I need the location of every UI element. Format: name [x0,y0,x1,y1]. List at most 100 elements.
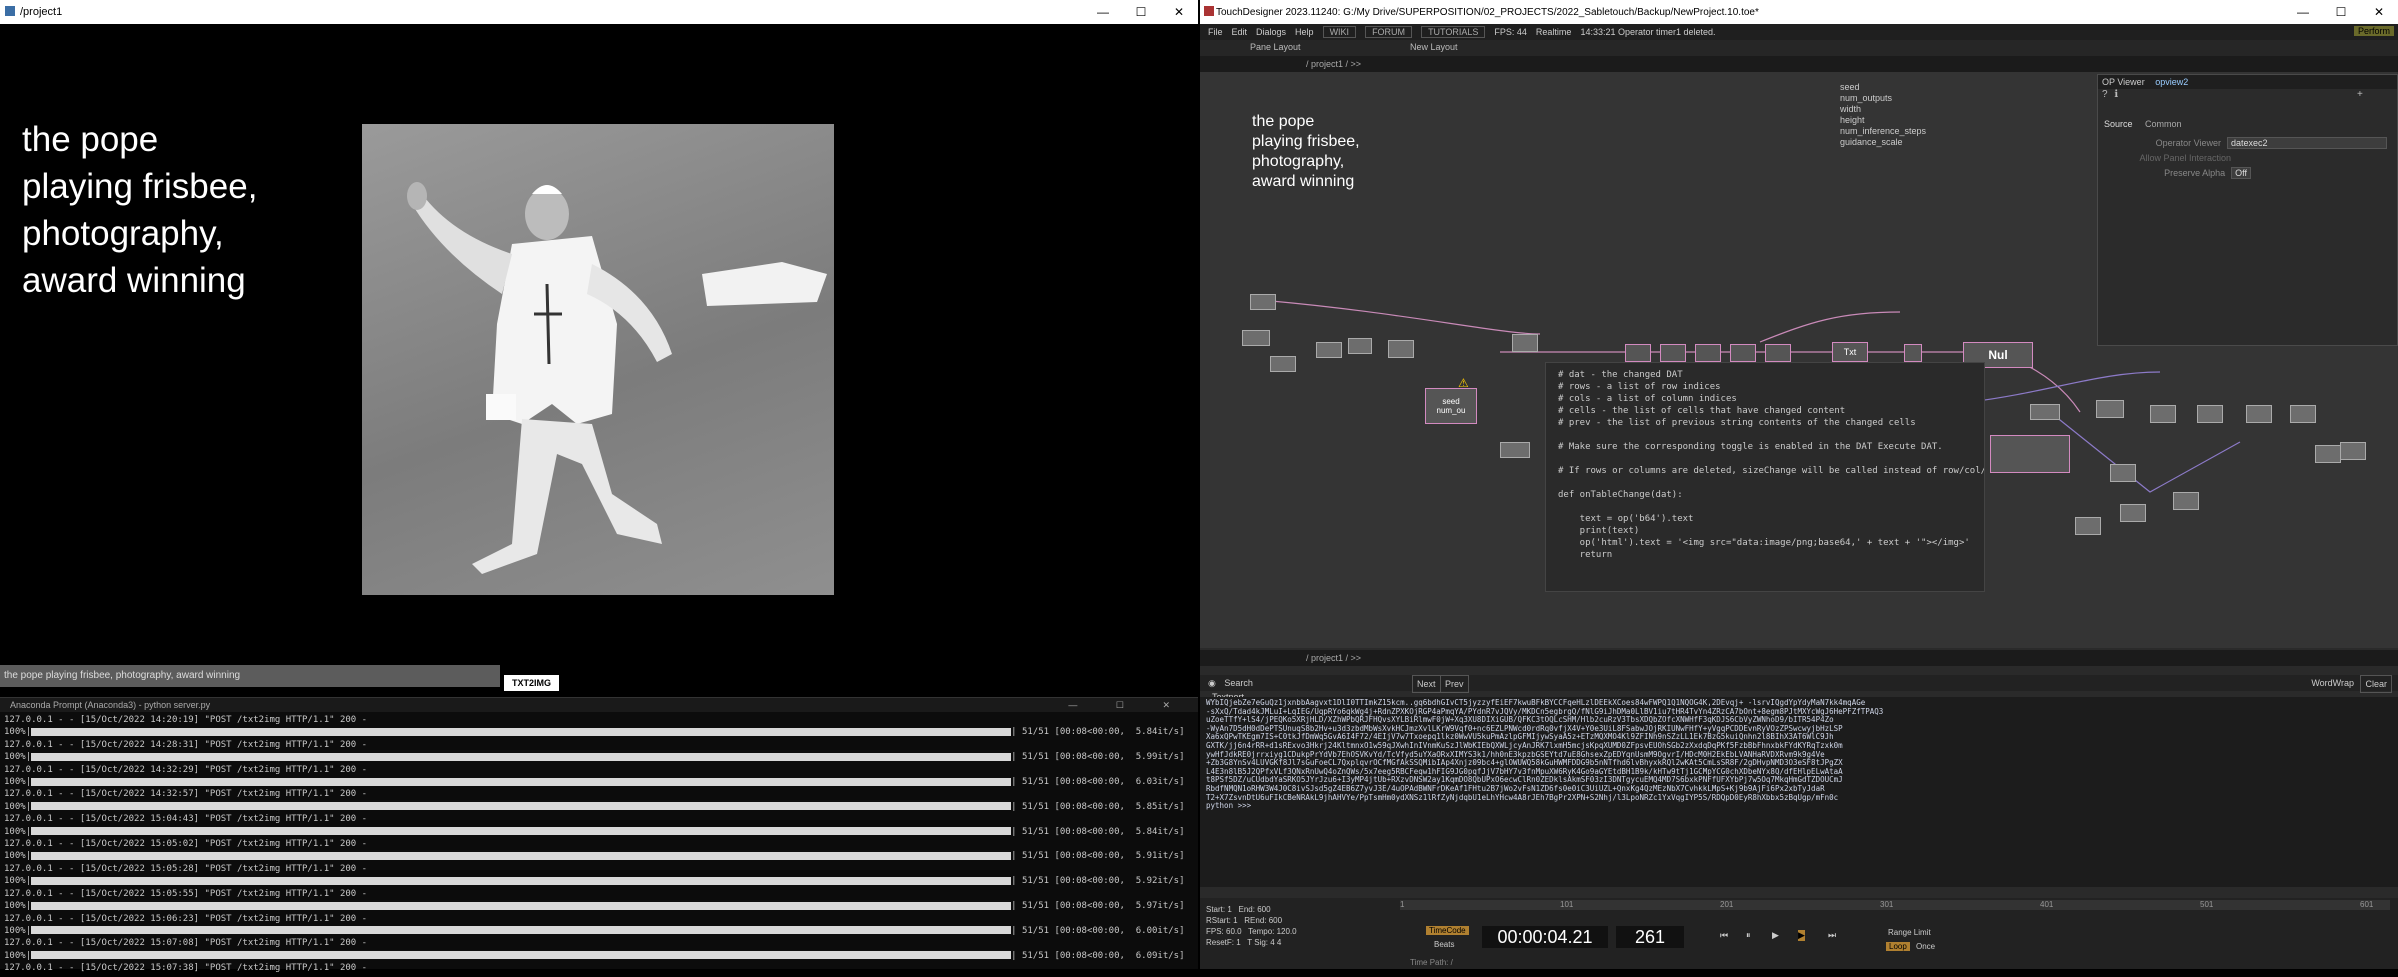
progress-line: 100%| | 51/51 [00:08<00:00, 5.99it/s] [4,752,1185,763]
preserve-alpha-toggle[interactable]: Off [2231,167,2251,179]
op-node[interactable] [2197,405,2223,423]
console-log-line: 127.0.0.1 - - [15/Oct/2022 15:04:43] "PO… [4,814,368,825]
op-node[interactable] [2150,405,2176,423]
op-node[interactable] [1250,294,1276,310]
console-controls[interactable]: — ☐ ✕ [1068,698,1188,712]
op-node[interactable] [1242,330,1270,346]
network-path[interactable]: / project1 / >> [1306,59,1361,69]
op-node[interactable] [1348,338,1372,354]
timecode-display[interactable]: 00:00:04.21 [1482,926,1608,948]
text-node[interactable]: Txt [1832,342,1868,362]
close-icon[interactable]: ✕ [1160,0,1198,24]
fps-value[interactable]: 60.0 [1226,927,1242,936]
next-button[interactable]: Next [1412,675,1441,693]
preview-window: /project1 — ☐ ✕ the pope playing frisbee… [0,0,1198,973]
tutorials-button[interactable]: TUTORIALS [1421,26,1486,38]
op-node[interactable] [1904,344,1922,362]
op-node[interactable] [2290,405,2316,423]
console-log-line: 127.0.0.1 - - [15/Oct/2022 15:06:23] "PO… [4,913,368,924]
touchdesigner-window: TouchDesigner 2023.11240: G:/My Drive/SU… [1200,0,2398,969]
timeline-ruler[interactable]: 1 101 201 301 401 501 601 [1400,900,2390,910]
textport-output[interactable]: WYbIQjebZe7eGuQz1jxnbbAagvxt1DlI0TTImkZ1… [1200,697,2398,887]
op-node[interactable] [2173,492,2199,510]
loop-toggle[interactable]: Loop [1886,942,1910,951]
op-node[interactable] [1625,344,1651,362]
play-icon[interactable]: ▶ [1772,930,1779,941]
once-toggle[interactable]: Once [1916,942,1935,951]
menu-help[interactable]: Help [1295,27,1314,37]
progress-line: 100%| | 51/51 [00:08<00:00, 6.09it/s] [4,950,1185,961]
prompt-input[interactable]: the pope playing frisbee, photography, a… [0,665,500,687]
op-node[interactable] [1316,342,1342,358]
op-node[interactable] [1765,344,1791,362]
op-node[interactable] [2340,442,2366,460]
timecode-toggle[interactable]: TimeCode [1426,926,1469,935]
realtime-toggle[interactable]: Realtime [1536,27,1572,37]
info-icon[interactable]: ℹ [2114,89,2118,100]
td-minimize-icon[interactable]: — [2284,0,2322,24]
txt2img-button[interactable]: TXT2IMG [504,675,559,691]
tick-label: 101 [1560,900,1574,909]
op-node[interactable] [2246,405,2272,423]
op-viewer-name[interactable]: opview2 [2155,77,2188,87]
progress-percent: 100% [4,901,26,912]
seed-node[interactable]: seed num_ou [1425,388,1477,424]
op-node[interactable] [1660,344,1686,362]
start-value[interactable]: 1 [1227,905,1231,914]
tempo-value[interactable]: 120.0 [1277,927,1297,936]
rend-label: REnd: [1244,916,1267,925]
menu-dialogs[interactable]: Dialogs [1256,27,1286,37]
op-node[interactable] [2096,400,2124,418]
wiki-button[interactable]: WIKI [1322,26,1357,38]
op-node[interactable] [1270,356,1296,372]
console-log-line: 127.0.0.1 - - [15/Oct/2022 15:05:02] "PO… [4,839,368,850]
td-close-icon[interactable]: ✕ [2360,0,2398,24]
op-node[interactable] [1500,442,1530,458]
progress-bar [31,851,1012,860]
tab-common[interactable]: Common [2145,119,2182,129]
new-layout-tab[interactable]: New Layout [1410,42,1458,52]
preserve-alpha-row: Preserve Alpha Off [2164,167,2387,179]
pane-layout-tab[interactable]: Pane Layout [1250,42,1301,52]
op-node[interactable] [2315,445,2341,463]
forum-button[interactable]: FORUM [1365,26,1413,38]
tab-source[interactable]: Source [2104,119,2133,129]
prev-button[interactable]: Prev [1440,675,1469,693]
op-node[interactable] [1512,334,1538,352]
perform-button[interactable]: Perform [2353,26,2394,36]
wordwrap-toggle[interactable]: WordWrap [2311,675,2354,691]
rstart-value[interactable]: 1 [1233,916,1237,925]
minimize-icon[interactable]: — [1084,0,1122,24]
menu-edit[interactable]: Edit [1232,27,1248,37]
op-node[interactable] [2030,404,2060,420]
pause-icon[interactable]: ⏸ [1746,930,1751,941]
add-icon[interactable]: + [2357,89,2363,100]
frame-display[interactable]: 261 [1616,926,1684,948]
op-node[interactable] [1990,435,2070,473]
td-maximize-icon[interactable]: ☐ [2322,0,2360,24]
app-icon [5,6,15,16]
operator-viewer-field[interactable]: datexec2 [2227,137,2387,149]
dat-execute-viewer[interactable]: # dat - the changed DAT # rows - a list … [1545,362,1985,592]
help-icon[interactable]: ? [2102,89,2108,100]
rend-value[interactable]: 600 [1269,916,1282,925]
rewind-icon[interactable]: ⏮ [1720,930,1728,941]
op-node[interactable] [1730,344,1756,362]
status-message: 14:33:21 Operator timer1 deleted. [1580,27,1716,37]
op-node[interactable] [2110,464,2136,482]
op-node[interactable] [2075,517,2101,535]
clear-button[interactable]: Clear [2360,675,2392,693]
operator-viewer-row: Operator Viewer datexec2 [2156,137,2387,149]
op-node[interactable] [1388,340,1414,358]
menu-file[interactable]: File [1208,27,1223,37]
play-forward-icon[interactable]: ▶ [1798,930,1805,941]
lower-network-path[interactable]: / project1 / >> [1306,653,1361,663]
resetf-value[interactable]: 1 [1236,938,1240,947]
step-icon[interactable]: ⏭ [1828,930,1836,941]
op-node[interactable] [2120,504,2146,522]
op-node[interactable] [1695,344,1721,362]
beats-toggle[interactable]: Beats [1434,940,1454,949]
end-value[interactable]: 600 [1257,905,1270,914]
tsig-value[interactable]: 4 4 [1270,938,1281,947]
maximize-icon[interactable]: ☐ [1122,0,1160,24]
